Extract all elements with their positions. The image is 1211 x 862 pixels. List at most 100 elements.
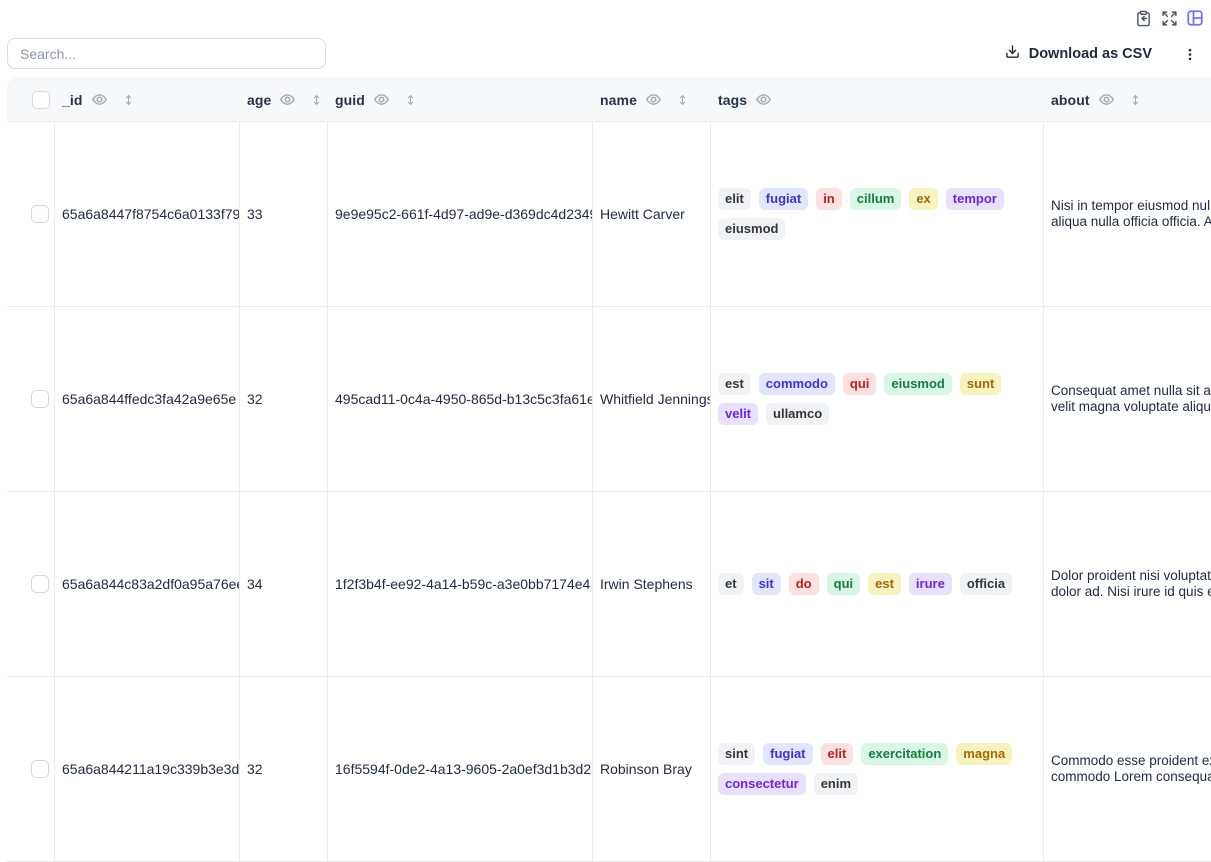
cell-tags: sintfugiatelitexercitationmagnaconsectet… <box>711 677 1044 861</box>
tag-pill: exercitation <box>861 743 948 765</box>
about-line: aliqua nulla officia officia. A <box>1051 214 1211 231</box>
cell-value: 32 <box>247 761 263 777</box>
column-label: guid <box>335 92 365 108</box>
sort-icon[interactable] <box>310 91 323 109</box>
visibility-icon[interactable] <box>91 91 108 108</box>
column-header-age: age <box>240 78 328 121</box>
row-select-cell <box>7 492 55 676</box>
cell-value: Hewitt Carver <box>600 206 685 222</box>
cell-value: 65a6a844ffedc3fa42a9e65e <box>62 391 236 407</box>
cell-value: Robinson Bray <box>600 761 692 777</box>
header-select-cell <box>7 78 55 121</box>
table-view-icon[interactable] <box>1186 9 1204 27</box>
tag-pill: velit <box>718 403 758 425</box>
tag-pill: commodo <box>759 373 835 395</box>
cell-value: 65a6a844211a19c339b3e3d3 <box>62 761 240 777</box>
cell-guid: 16f5594f-0de2-4a13-9605-2a0ef3d1b3d2 <box>328 677 593 861</box>
table-row: 65a6a8447f8754c6a0133f79 33 9e9e95c2-661f-… <box>7 122 1211 307</box>
cell-guid: 1f2f3b4f-ee92-4a14-b59c-a3e0bb7174e4 <box>328 492 593 676</box>
cell-value: 33 <box>247 206 263 222</box>
tag-pill: qui <box>827 573 861 595</box>
column-label: tags <box>718 92 747 108</box>
cell-value: 65a6a8447f8754c6a0133f79 <box>62 206 240 222</box>
sort-icon[interactable] <box>676 91 689 109</box>
table-row: 65a6a844211a19c339b3e3d3 32 16f5594f-0de2-… <box>7 677 1211 862</box>
tag-pill: magna <box>956 743 1012 765</box>
about-line: Consequat amet nulla sit au <box>1051 383 1211 400</box>
tag-pill: est <box>868 573 901 595</box>
tag-pill: elit <box>821 743 854 765</box>
about-line: velit magna voluptate aliqu <box>1051 399 1211 416</box>
cell-guid: 9e9e95c2-661f-4d97-ad9e-d369dc4d2349 <box>328 122 593 306</box>
tag-pill: sunt <box>960 373 1001 395</box>
cell-value: Whitfield Jennings <box>600 391 711 407</box>
table-row: 65a6a844c83a2df0a95a76ee341f2f3b4f-ee92-… <box>7 492 1211 677</box>
tag-pill: ex <box>909 188 937 210</box>
cell-_id: 65a6a8447f8754c6a0133f79 <box>55 122 240 306</box>
tag-pill: officia <box>960 573 1012 595</box>
cell-value: 16f5594f-0de2-4a13-9605-2a0ef3d1b3d2 <box>335 761 591 777</box>
cell-age: 32 <box>240 677 328 861</box>
column-header-_id: _id <box>55 78 240 121</box>
cell-tags: elitfugiatincillumextemporeiusmod <box>711 122 1044 306</box>
visibility-icon[interactable] <box>755 91 772 108</box>
tag-pill: tempor <box>946 188 1004 210</box>
row-checkbox[interactable] <box>31 205 49 223</box>
window-actions <box>1134 9 1204 27</box>
row-checkbox[interactable] <box>31 390 49 408</box>
cell-_id: 65a6a844ffedc3fa42a9e65e <box>55 307 240 491</box>
tag-pill: consectetur <box>718 773 806 795</box>
search-input[interactable] <box>7 38 326 69</box>
row-checkbox[interactable] <box>31 575 49 593</box>
tag-list: etsitdoquiestirureofficia <box>718 573 1043 595</box>
more-options-button[interactable] <box>1183 46 1197 63</box>
row-select-cell <box>7 307 55 491</box>
download-csv-button[interactable]: Download as CSV <box>1005 44 1152 64</box>
paste-icon[interactable] <box>1134 9 1152 27</box>
visibility-icon[interactable] <box>279 91 296 108</box>
table: _idageguidnametagsabout 65a6a8447f8754c6… <box>7 78 1211 862</box>
tag-list: elitfugiatincillumextemporeiusmod <box>718 188 1043 240</box>
cell-age: 33 <box>240 122 328 306</box>
column-label: _id <box>62 92 83 108</box>
cell-age: 32 <box>240 307 328 491</box>
select-all-checkbox[interactable] <box>32 91 50 109</box>
cell-about: Dolor proident nisi voluptatdolor ad. Ni… <box>1044 492 1211 676</box>
cell-value: 495cad11-0c4a-4950-865d-b13c5c3fa61e <box>335 391 593 407</box>
cell-name: Hewitt Carver <box>593 122 711 306</box>
about-text: Commodo esse proident excommodo Lorem co… <box>1051 753 1211 786</box>
toolbar-actions: Download as CSV <box>1005 40 1197 68</box>
column-header-guid: guid <box>328 78 593 121</box>
tag-pill: fugiat <box>759 188 808 210</box>
download-label: Download as CSV <box>1029 46 1152 62</box>
sort-icon[interactable] <box>1129 91 1142 109</box>
column-label: about <box>1051 92 1090 108</box>
sort-icon[interactable] <box>122 91 135 109</box>
visibility-icon[interactable] <box>373 91 390 108</box>
cell-value: Irwin Stephens <box>600 576 693 592</box>
tag-pill: et <box>718 573 744 595</box>
cell-value: 9e9e95c2-661f-4d97-ad9e-d369dc4d2349 <box>335 206 593 222</box>
cell-tags: estcommodoquieiusmodsuntvelitullamco <box>711 307 1044 491</box>
table-body: 65a6a8447f8754c6a0133f79 33 9e9e95c2-661f-… <box>7 122 1211 862</box>
data-table: _idageguidnametagsabout 65a6a8447f8754c6… <box>7 78 1211 862</box>
tag-pill: eiusmod <box>718 218 785 240</box>
expand-icon[interactable] <box>1160 9 1178 27</box>
sort-icon[interactable] <box>404 91 417 109</box>
about-line: Nisi in tempor eiusmod null <box>1051 198 1211 215</box>
cell-tags: etsitdoquiestirureofficia <box>711 492 1044 676</box>
tag-list: sintfugiatelitexercitationmagnaconsectet… <box>718 743 1043 795</box>
tag-pill: est <box>718 373 751 395</box>
about-line: Dolor proident nisi voluptat <box>1051 568 1211 585</box>
tag-pill: fugiat <box>763 743 812 765</box>
column-header-tags: tags <box>711 78 1044 121</box>
row-checkbox[interactable] <box>31 760 49 778</box>
cell-_id: 65a6a844211a19c339b3e3d3 <box>55 677 240 861</box>
about-line: Commodo esse proident ex <box>1051 753 1211 770</box>
visibility-icon[interactable] <box>1098 91 1115 108</box>
tag-pill: qui <box>843 373 877 395</box>
table-header: _idageguidnametagsabout <box>7 78 1211 122</box>
tag-pill: ullamco <box>766 403 829 425</box>
tag-pill: elit <box>718 188 751 210</box>
visibility-icon[interactable] <box>645 91 662 108</box>
